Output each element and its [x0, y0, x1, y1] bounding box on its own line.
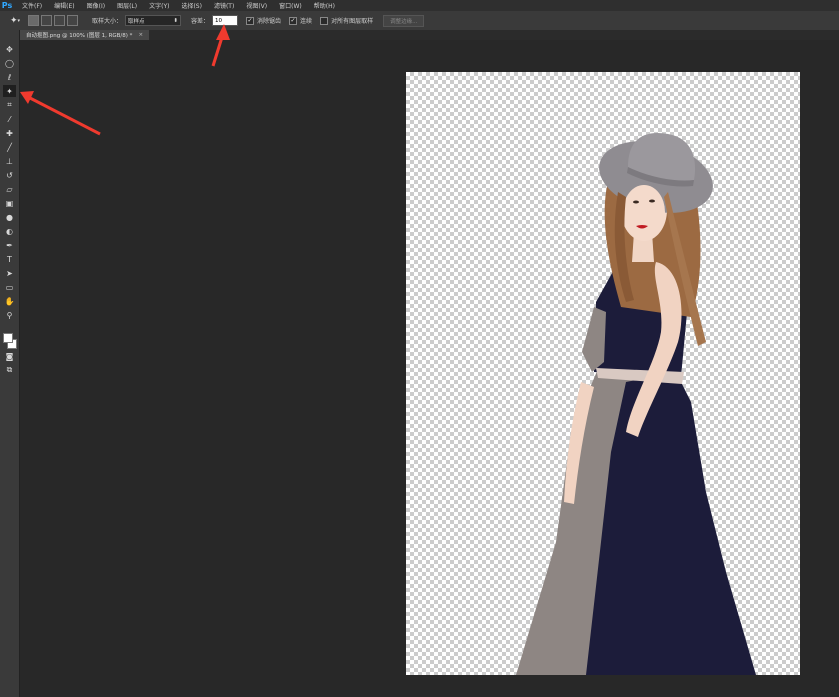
options-bar: ✦ ▾ 取样大小： 取样点 ⬍ 容差： 10 ✓ 消除锯齿 ✓ 连续 对所有图层取…	[0, 11, 839, 31]
menu-type[interactable]: 文字(Y)	[149, 1, 169, 10]
arrow-to-magic-wand	[29, 96, 101, 136]
menu-image[interactable]: 图像(I)	[87, 1, 105, 10]
contiguous-checkbox[interactable]: ✓	[289, 16, 298, 25]
menu-help[interactable]: 帮助(H)	[314, 1, 335, 10]
close-icon[interactable]: ×	[138, 32, 143, 38]
tool-preset-picker[interactable]: ✦ ▾	[6, 14, 24, 27]
tolerance-label: 容差：	[191, 18, 210, 25]
antialias-label: 消除锯齿	[257, 18, 282, 25]
chevron-down-icon: ⬍	[173, 17, 179, 24]
foreground-color-swatch[interactable]	[3, 333, 13, 343]
gradient-tool-icon[interactable]: ▣	[3, 197, 16, 209]
crop-tool-icon[interactable]: ⌗	[3, 99, 16, 111]
add-to-selection-button[interactable]	[41, 15, 52, 26]
lasso-tool-icon[interactable]: ℓ	[3, 71, 16, 83]
menu-window[interactable]: 窗口(W)	[279, 1, 302, 10]
new-selection-button[interactable]	[28, 15, 39, 26]
sample-size-label: 取样大小：	[92, 18, 123, 25]
healing-brush-tool-icon[interactable]: ✚	[3, 127, 16, 139]
path-selection-tool-icon[interactable]: ➤	[3, 267, 16, 279]
intersect-selection-button[interactable]	[67, 15, 78, 26]
canvas-image	[516, 132, 756, 675]
quick-mask-icon[interactable]: ◙	[3, 350, 16, 362]
right-eye-front	[649, 199, 655, 203]
document-canvas[interactable]	[406, 72, 800, 675]
type-tool-icon[interactable]: T	[3, 253, 16, 265]
screen-mode-icon[interactable]: ⧉	[3, 364, 16, 376]
left-eye-front	[633, 200, 639, 204]
magic-wand-icon: ✦	[9, 15, 18, 26]
tolerance-group: 容差： 10	[191, 15, 239, 26]
menu-select[interactable]: 选择(S)	[181, 1, 202, 10]
menu-bar: Ps 文件(F) 编辑(E) 图像(I) 图层(L) 文字(Y) 选择(S) 滤…	[0, 0, 839, 11]
marquee-tool-icon[interactable]: ◯	[3, 57, 16, 69]
clone-stamp-tool-icon[interactable]: ⊥	[3, 155, 16, 167]
blur-tool-icon[interactable]: ●	[3, 211, 16, 223]
zoom-tool-icon[interactable]: ⚲	[3, 309, 16, 321]
menu-file[interactable]: 文件(F)	[22, 1, 42, 10]
face-front	[623, 185, 665, 239]
tools-panel: ✥ ◯ ℓ ✦ ⌗ ⁄ ✚ ╱ ⊥ ↺ ▱ ▣ ● ◐ ✒ T ➤ ▭ ✋ ⚲ …	[0, 30, 20, 697]
contiguous-group[interactable]: ✓ 连续	[289, 16, 312, 25]
eyedropper-tool-icon[interactable]: ⁄	[3, 113, 16, 125]
photoshop-logo: Ps	[1, 1, 13, 10]
sample-all-layers-checkbox[interactable]	[320, 16, 329, 25]
hand-tool-icon[interactable]: ✋	[3, 295, 16, 307]
arrow-head-magic-wand	[20, 91, 34, 104]
document-tab-title: 自动抠图.png @ 100% (图层 1, RGB/8) *	[26, 33, 133, 39]
refine-edge-button[interactable]: 调整边缘...	[383, 14, 425, 27]
document-tab-bar: 自动抠图.png @ 100% (图层 1, RGB/8) * ×	[20, 30, 839, 40]
rectangle-tool-icon[interactable]: ▭	[3, 281, 16, 293]
history-brush-tool-icon[interactable]: ↺	[3, 169, 16, 181]
antialias-group[interactable]: ✓ 消除锯齿	[246, 16, 281, 25]
menu-filter[interactable]: 滤镜(T)	[214, 1, 234, 10]
sample-all-layers-group[interactable]: 对所有图层取样	[320, 16, 373, 25]
menu-layer[interactable]: 图层(L)	[117, 1, 137, 10]
sample-size-select[interactable]: 取样点 ⬍	[125, 15, 182, 26]
pen-tool-icon[interactable]: ✒	[3, 239, 16, 251]
sample-all-layers-label: 对所有图层取样	[331, 18, 374, 25]
dodge-tool-icon[interactable]: ◐	[3, 225, 16, 237]
selection-modes	[28, 15, 80, 26]
move-tool-icon[interactable]: ✥	[3, 43, 16, 55]
sample-size-group: 取样大小： 取样点 ⬍	[92, 15, 182, 26]
contiguous-label: 连续	[300, 18, 313, 25]
eraser-tool-icon[interactable]: ▱	[3, 183, 16, 195]
document-tab[interactable]: 自动抠图.png @ 100% (图层 1, RGB/8) * ×	[20, 30, 150, 40]
antialias-checkbox[interactable]: ✓	[246, 16, 255, 25]
magic-wand-tool-icon[interactable]: ✦	[3, 85, 16, 97]
menu-edit[interactable]: 编辑(E)	[54, 1, 74, 10]
dress-gray-scarf	[582, 307, 606, 372]
tolerance-input[interactable]: 10	[212, 15, 239, 26]
subtract-from-selection-button[interactable]	[54, 15, 65, 26]
menu-view[interactable]: 视图(V)	[246, 1, 267, 10]
brush-tool-icon[interactable]: ╱	[3, 141, 16, 153]
